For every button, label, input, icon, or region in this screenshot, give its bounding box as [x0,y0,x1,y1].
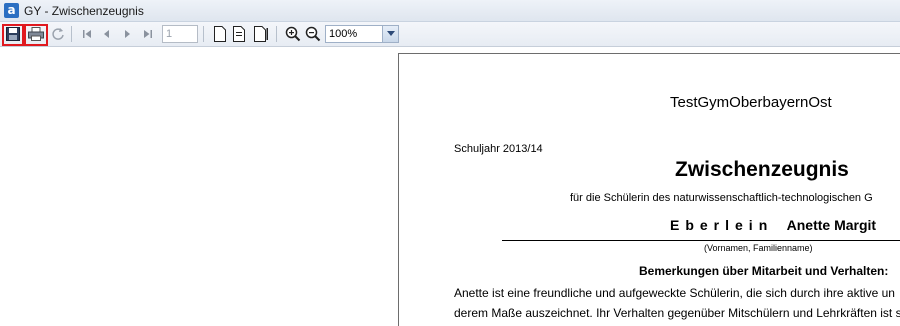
zoom-in-icon [285,26,301,42]
next-page-button[interactable] [118,25,136,43]
name-caption: (Vornamen, Familienname) [704,243,813,253]
toolbar: 1 100% [0,22,900,47]
student-given-names: Anette Margit [786,217,877,233]
previous-page-icon [104,30,109,38]
window-title: GY - Zwischenzeugnis [24,3,144,18]
save-icon [6,27,20,41]
title-bar: a GY - Zwischenzeugnis [0,0,900,22]
remark-line: Anette ist eine freundliche und aufgewec… [454,286,895,300]
page-width-button[interactable] [252,25,270,43]
single-page-button[interactable] [211,25,229,43]
refresh-button[interactable] [49,25,67,43]
app-icon: a [4,3,19,18]
zoom-out-icon [305,26,321,42]
print-button[interactable] [27,25,45,43]
student-name: Eberlein Anette Margit [670,217,876,233]
last-page-icon [144,30,152,38]
save-button[interactable] [4,25,22,43]
remark-line: derem Maße auszeichnet. Ihr Verhalten ge… [454,306,900,320]
document-subtitle: für die Schülerin des naturwissenschaftl… [570,192,873,204]
first-page-button[interactable] [78,25,96,43]
previous-page-button[interactable] [98,25,116,43]
school-name: TestGymOberbayernOst [670,94,832,111]
page-width-icon [254,26,268,42]
document-page: TestGymOberbayernOst Schuljahr 2013/14 Z… [398,53,900,326]
section-heading: Bemerkungen über Mitarbeit und Verhalten… [639,264,889,278]
toolbar-separator [71,26,72,42]
name-underline [502,240,900,241]
page-number-input[interactable]: 1 [162,25,198,43]
navigation-pane [0,47,398,325]
toolbar-separator [276,26,277,42]
two-page-button[interactable] [231,25,249,43]
student-surname: Eberlein [670,217,774,233]
last-page-button[interactable] [139,25,157,43]
zoom-in-button[interactable] [284,25,302,43]
school-year: Schuljahr 2013/14 [454,143,543,155]
zoom-select[interactable]: 100% [325,25,399,43]
chevron-down-icon[interactable] [382,26,398,42]
print-icon [28,27,44,41]
first-page-icon [83,30,91,38]
single-page-icon [214,26,226,42]
refresh-icon [52,28,64,40]
toolbar-separator [203,26,204,42]
document-title: Zwischenzeugnis [675,158,849,181]
next-page-icon [125,30,130,38]
zoom-value: 100% [329,28,358,40]
zoom-out-button[interactable] [304,25,322,43]
two-page-icon [233,26,245,42]
